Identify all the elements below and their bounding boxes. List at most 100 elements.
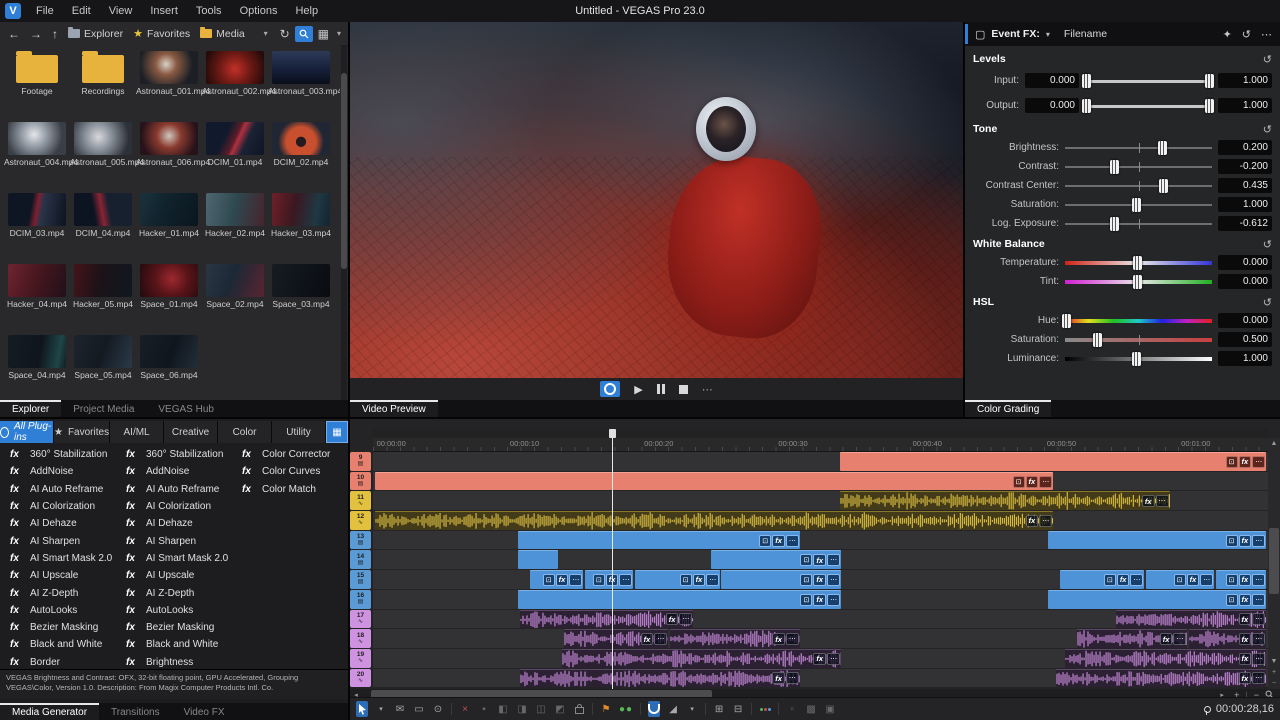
event-fx-button[interactable]: fx — [813, 554, 826, 566]
media-item[interactable]: DCIM_03.mp4 — [4, 190, 70, 259]
event-more-button[interactable]: ⋯ — [827, 653, 840, 665]
track-lane[interactable]: ⊡fx⋯⊡fx⋯ — [373, 590, 1268, 609]
media-path-dropdown[interactable]: Media ▾ — [196, 27, 274, 41]
view-mode-button[interactable]: ▦ — [315, 27, 332, 41]
fx-value-box[interactable]: 0.435 — [1218, 178, 1272, 193]
up-button[interactable]: ↑ — [48, 26, 62, 42]
pan-crop-button[interactable]: ⊡ — [680, 574, 692, 586]
fx-slider[interactable] — [1065, 256, 1212, 270]
video-event[interactable]: ⊡fx⋯ — [585, 570, 633, 589]
fx-value-box[interactable]: 1.000 — [1218, 73, 1272, 88]
event-more-button[interactable]: ⋯ — [654, 633, 667, 645]
tab-explorer[interactable]: Explorer — [0, 400, 61, 417]
event-fx-button[interactable]: fx — [1239, 535, 1252, 547]
time-ruler[interactable]: 00:00:0000:00:1000:00:2000:00:3000:00:40… — [373, 438, 1268, 452]
plugin-item[interactable]: fxAI Dehaze — [116, 515, 232, 532]
auto-ripple-button[interactable]: ◢ — [667, 701, 679, 717]
menu-help[interactable]: Help — [286, 0, 327, 22]
fx-value-box[interactable]: 1.000 — [1218, 98, 1272, 113]
pan-crop-button[interactable]: ⊡ — [1226, 456, 1238, 468]
video-event[interactable]: ⊡fx⋯ — [518, 531, 800, 550]
selection-edit-tool-button[interactable]: ▭ — [413, 701, 425, 717]
fx-slider-handle[interactable] — [1205, 74, 1214, 88]
plugin-item[interactable]: fxAI Dehaze — [0, 515, 116, 532]
track-header[interactable]: 10▤ — [350, 472, 371, 491]
section-reset-button[interactable]: ↺ — [1263, 53, 1272, 66]
plugin-tab-favorites[interactable]: ★Favorites — [54, 421, 110, 443]
event-more-button[interactable]: ⋯ — [827, 574, 840, 586]
fx-slider[interactable] — [1065, 275, 1212, 289]
plugin-item[interactable]: fxAI Auto Reframe — [0, 481, 116, 498]
fx-slider[interactable] — [1065, 198, 1212, 212]
fx-slider[interactable] — [1085, 74, 1212, 88]
fx-slider-handle[interactable] — [1110, 217, 1119, 231]
track-lane[interactable]: fx⋯ fx⋯ — [373, 669, 1268, 688]
plugin-item[interactable]: fxAI Smart Mask 2.0 — [116, 550, 232, 567]
plugin-item[interactable]: fxAutoLooks — [0, 602, 116, 619]
pan-crop-button[interactable]: ⊡ — [1226, 594, 1238, 606]
fx-slider-handle[interactable] — [1159, 179, 1168, 193]
video-event[interactable]: ⊡fx⋯ — [1146, 570, 1214, 589]
event-more-button[interactable]: ⋯ — [786, 672, 799, 684]
fx-slider-handle[interactable] — [1110, 160, 1119, 174]
event-more-button[interactable]: ⋯ — [786, 535, 799, 547]
media-item[interactable]: Hacker_02.mp4 — [202, 190, 268, 259]
video-preview[interactable] — [350, 22, 963, 378]
refresh-button[interactable]: ↻ — [277, 27, 293, 41]
event-more-button[interactable]: ⋯ — [1252, 613, 1265, 625]
plugin-item[interactable]: fxColor Curves — [232, 463, 348, 480]
event-more-button[interactable]: ⋯ — [1252, 633, 1265, 645]
trim-start-button[interactable]: ◧ — [497, 701, 509, 717]
insert-region-button[interactable]: ●● — [619, 701, 633, 717]
audio-event[interactable]: fx⋯ — [564, 629, 669, 648]
trim-end-button[interactable]: ◨ — [516, 701, 528, 717]
fx-slider[interactable] — [1065, 217, 1212, 231]
track-header[interactable]: 15▤ — [350, 570, 371, 589]
event-fx-button[interactable]: fx — [1239, 574, 1252, 586]
event-more-button[interactable]: ⋯ — [1156, 495, 1169, 507]
pan-crop-button[interactable]: ⊡ — [800, 574, 812, 586]
track-header[interactable]: 13▤ — [350, 531, 371, 550]
menu-file[interactable]: File — [27, 0, 63, 22]
track-lane[interactable]: fx⋯fx⋯ — [373, 649, 1268, 668]
track-zoom-out-button[interactable]: − — [1268, 678, 1280, 689]
tool-dropdown-caret[interactable]: ▾ — [375, 701, 387, 717]
pan-crop-button[interactable]: ⊡ — [800, 594, 812, 606]
plugin-item[interactable]: fx360° Stabilization — [0, 446, 116, 463]
track-header[interactable]: 12∿ — [350, 511, 371, 530]
pan-crop-button[interactable]: ⊡ — [1174, 574, 1186, 586]
fx-slider-handle[interactable] — [1132, 352, 1141, 366]
track-lane[interactable]: ⊡fx⋯ — [373, 452, 1268, 471]
event-more-button[interactable]: ⋯ — [1252, 456, 1265, 468]
event-more-button[interactable]: ⋯ — [786, 633, 799, 645]
media-item[interactable]: Recordings — [70, 48, 136, 117]
video-event[interactable]: ⊡fx⋯ — [518, 590, 841, 609]
fx-slider-handle[interactable] — [1082, 74, 1091, 88]
event-fx-button[interactable]: fx — [1142, 495, 1155, 507]
audio-event[interactable]: fx⋯ — [375, 511, 1053, 530]
event-more-button[interactable]: ⋯ — [1252, 594, 1265, 606]
media-item[interactable]: DCIM_04.mp4 — [70, 190, 136, 259]
media-item[interactable]: Astronaut_001.mp4 — [136, 48, 202, 117]
chevron-down-icon[interactable]: ▾ — [1046, 30, 1050, 39]
fx-value-box[interactable]: 1.000 — [1218, 197, 1272, 212]
event-fx-button[interactable]: fx — [772, 672, 785, 684]
play-button[interactable]: ▶ — [634, 383, 642, 396]
audio-event[interactable]: fx⋯ — [1056, 669, 1266, 688]
pause-button[interactable] — [657, 384, 665, 394]
fx-value-box[interactable]: 0.200 — [1218, 140, 1272, 155]
plugin-item[interactable]: fxAI Sharpen — [116, 532, 232, 549]
video-event[interactable]: ⊡fx⋯ — [840, 452, 1266, 471]
track-header[interactable]: 11∿ — [350, 491, 371, 510]
event-fx-button[interactable]: fx — [1239, 456, 1252, 468]
event-more-button[interactable]: ⋯ — [706, 574, 719, 586]
fx-value-box[interactable]: 0.000 — [1025, 98, 1079, 113]
insert-marker-button[interactable]: ⚑ — [600, 701, 612, 717]
fx-value-box[interactable]: 0.000 — [1218, 274, 1272, 289]
audio-event[interactable]: fx⋯ — [1189, 629, 1266, 648]
mixer-levels-button[interactable] — [759, 701, 771, 717]
media-scrollbar[interactable] — [341, 45, 347, 400]
group-button[interactable]: ▫ — [786, 701, 798, 717]
delete-button[interactable]: × — [459, 701, 471, 717]
scroll-down-button[interactable]: ▼ — [1268, 656, 1280, 667]
